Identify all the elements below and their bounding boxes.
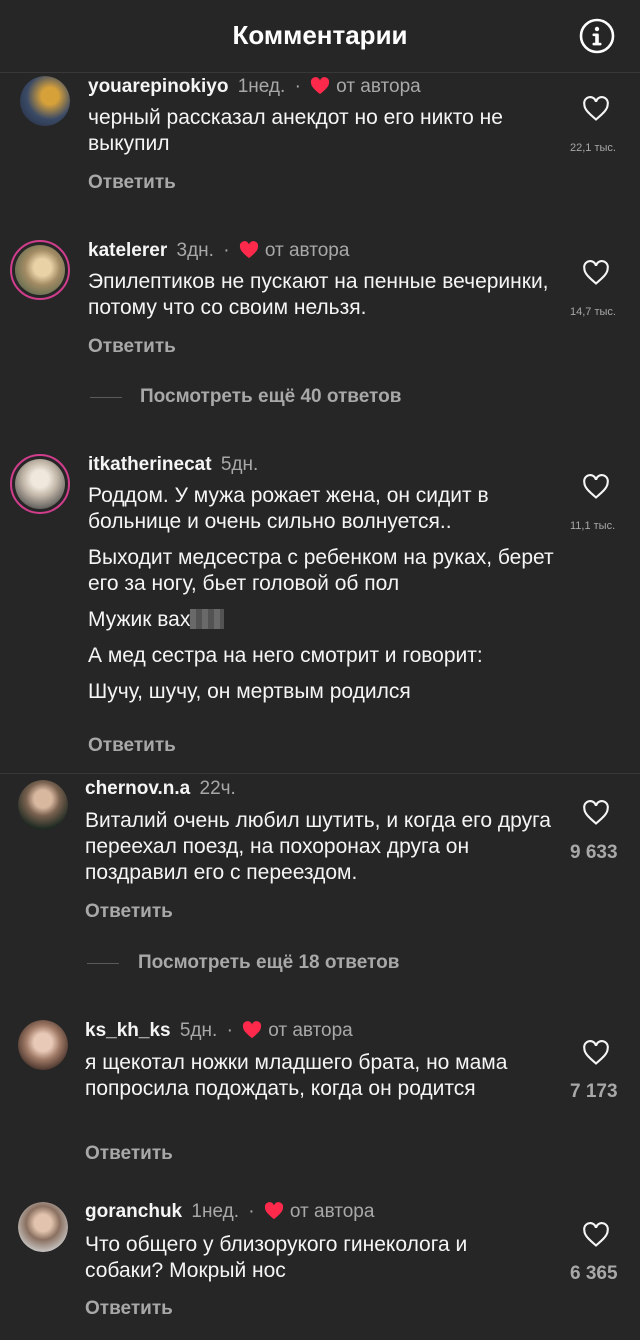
comment-time: 3дн. <box>176 240 214 261</box>
comment-text: черный рассказал анекдот но его никто не… <box>88 105 558 167</box>
heart-filled-icon <box>243 1021 262 1039</box>
comment-line: черный рассказал анекдот но его никто не… <box>88 106 503 155</box>
blurred-text <box>190 609 225 629</box>
heart-outline-icon[interactable] <box>582 800 610 826</box>
comment-line-wrap: Мужик вах <box>88 607 558 633</box>
author-like-label: от автора <box>268 1020 353 1041</box>
comment-text: я щекотал ножки младшего брата, но мама … <box>85 1050 525 1112</box>
comment-time: 5дн. <box>179 1020 218 1041</box>
heart-outline-icon[interactable] <box>582 1040 610 1066</box>
more-replies-line <box>87 963 119 964</box>
heart-outline-icon[interactable] <box>582 260 610 286</box>
heart-outline-icon[interactable] <box>582 474 610 500</box>
separator-dot: · <box>294 76 301 97</box>
comment-text: Эпилептиков не пускают на пенные вечерин… <box>88 269 558 331</box>
comment-line: Что общего у близорукого гинеколога и со… <box>85 1233 468 1282</box>
separator-dot: · <box>223 240 230 261</box>
comment-line: Мужик вах <box>88 608 191 631</box>
reply-button[interactable]: Ответить <box>85 1298 173 1320</box>
heart-outline-icon[interactable] <box>582 96 610 122</box>
comment-username[interactable]: itkatherinecat <box>88 454 212 475</box>
heart-outline-icon[interactable] <box>582 1222 610 1248</box>
comment-text: Роддом. У мужа рожает жена, он сидит в б… <box>88 483 558 715</box>
comment-text: Виталий очень любил шутить, и когда его … <box>85 808 555 896</box>
page-title: Комментарии <box>232 20 408 50</box>
comment-username[interactable]: youarepinokiyo <box>88 76 228 97</box>
like-count: 22,1 тыс. <box>570 142 616 154</box>
reply-button[interactable]: Ответить <box>85 901 173 923</box>
comment-time: 1нед. <box>191 1201 239 1222</box>
like-count: 14,7 тыс. <box>570 306 616 318</box>
avatar[interactable] <box>20 76 70 126</box>
author-like-label: от автора <box>336 76 421 97</box>
author-like-label: от автора <box>264 240 350 261</box>
reply-button[interactable]: Ответить <box>85 1143 173 1165</box>
reply-button[interactable]: Ответить <box>88 336 176 358</box>
comment-time: 22ч. <box>199 778 236 799</box>
comment-time: 1нед. <box>237 76 286 97</box>
like-count: 11,1 тыс. <box>570 520 616 532</box>
comment-username[interactable]: ks_kh_ks <box>85 1020 171 1041</box>
view-more-replies-button[interactable]: Посмотреть ещё 40 ответов <box>140 386 401 408</box>
avatar[interactable] <box>18 780 68 830</box>
like-count: 9 633 <box>570 842 618 863</box>
comment-username[interactable]: goranchuk <box>85 1201 182 1222</box>
info-icon[interactable] <box>579 18 615 54</box>
more-replies-line <box>90 397 122 398</box>
comment-line: Шучу, шучу, он мертвым родился <box>88 680 411 703</box>
like-count: 6 365 <box>570 1263 618 1284</box>
section-divider <box>0 773 640 774</box>
avatar[interactable] <box>18 1202 68 1252</box>
reply-button[interactable]: Ответить <box>88 172 176 194</box>
comment-line: Роддом. У мужа рожает жена, он сидит в б… <box>88 484 489 533</box>
reply-button[interactable]: Ответить <box>88 735 176 757</box>
avatar[interactable] <box>18 1020 68 1070</box>
separator-dot: · <box>226 1020 233 1041</box>
comment-time: 5дн. <box>220 454 259 475</box>
header-divider <box>0 72 640 73</box>
avatar[interactable] <box>10 454 70 514</box>
comment-text: Что общего у близорукого гинеколога и со… <box>85 1232 545 1294</box>
heart-filled-icon <box>239 241 258 259</box>
heart-filled-icon <box>264 1202 283 1220</box>
view-more-replies-button[interactable]: Посмотреть ещё 18 ответов <box>138 952 399 974</box>
comment-line: Выходит медсестра с ребенком на руках, б… <box>88 546 554 595</box>
header: Комментарии <box>0 0 640 72</box>
author-like-label: от автора <box>289 1201 375 1222</box>
comment-line: Эпилептиков не пускают на пенные вечерин… <box>88 270 549 319</box>
comment-username[interactable]: katelerer <box>88 240 167 261</box>
separator-dot: · <box>248 1201 255 1222</box>
comment-username[interactable]: chernov.n.a <box>85 778 190 799</box>
comment-line: Виталий очень любил шутить, и когда его … <box>85 809 551 884</box>
heart-filled-icon <box>311 77 330 95</box>
comment-line: я щекотал ножки младшего брата, но мама … <box>85 1051 508 1100</box>
comment-line: А мед сестра на него смотрит и говорит: <box>88 644 483 667</box>
avatar[interactable] <box>10 240 70 300</box>
like-count: 7 173 <box>570 1081 618 1102</box>
